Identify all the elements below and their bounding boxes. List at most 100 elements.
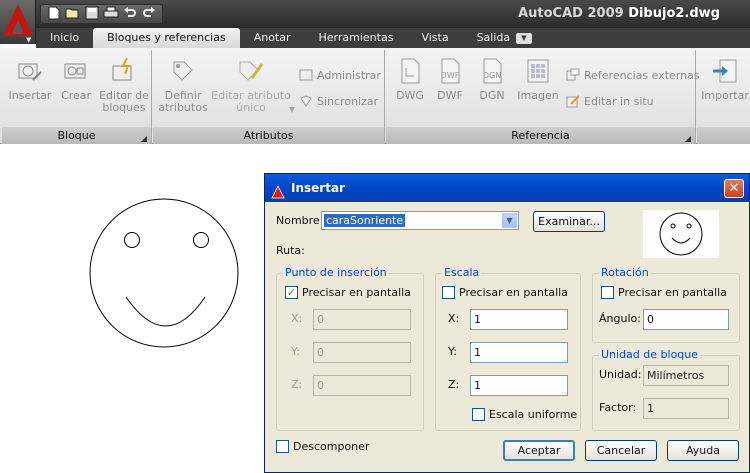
undo-icon[interactable] — [122, 6, 138, 22]
referencias-externas-button[interactable]: Referencias externas — [566, 68, 700, 82]
referencias-externas-label: Referencias externas — [584, 68, 700, 82]
tab-vista[interactable]: Vista — [407, 28, 462, 48]
attach-dgn-button[interactable]: DGN DGN — [474, 56, 510, 102]
rotacion-precisar-label: Precisar en pantalla — [618, 286, 727, 299]
escala-y-input[interactable]: 1 — [470, 342, 568, 363]
nombre-combo[interactable]: caraSonriente ▼ — [321, 211, 519, 230]
new-icon[interactable] — [46, 6, 62, 22]
panel-referencia-title: Referencia ◢ — [386, 127, 695, 144]
redo-icon[interactable] — [141, 6, 157, 22]
tab-herramientas[interactable]: Herramientas — [305, 28, 408, 48]
tab-salida[interactable]: Salida — [463, 28, 525, 48]
block-editor-icon — [109, 56, 139, 86]
application-menu-button[interactable]: ▼ — [0, 0, 36, 44]
dropdown-arrow-icon[interactable]: ▼ — [289, 104, 295, 116]
angulo-input[interactable]: 0 — [643, 309, 729, 330]
dgn-label: DGN — [479, 89, 505, 102]
panel-referencia-title-text: Referencia — [511, 129, 570, 142]
import-icon — [710, 56, 740, 86]
punto-y-input[interactable]: 0 — [313, 342, 411, 363]
panel-referencia: DWG DWF DWF DGN DGN Imagen Referencias e… — [386, 50, 700, 144]
descomponer-checkbox[interactable]: Descomponer — [276, 440, 369, 453]
autocad-window: AutoCAD 2009 Dibujo2.dwg ▼ Inicio Bloques… — [0, 0, 750, 473]
chevron-down-icon[interactable]: ▼ — [502, 213, 517, 228]
edit-attribute-icon — [236, 56, 266, 86]
save-icon[interactable] — [84, 6, 100, 22]
editor-bloques-button[interactable]: Editor de bloques — [98, 56, 150, 114]
checkbox-unchecked-icon[interactable] — [276, 440, 289, 453]
panel-bloque-title: Bloque ◢ — [2, 127, 151, 144]
image-attach-icon — [523, 56, 553, 86]
unidad-bloque-group: Unidad de bloque Unidad: Milímetros Fact… — [592, 348, 740, 431]
examinar-button[interactable]: Examinar... — [533, 211, 605, 232]
logo-inner — [12, 20, 24, 34]
cancelar-button[interactable]: Cancelar — [585, 440, 657, 461]
checkbox-unchecked-icon[interactable] — [472, 408, 485, 421]
editar-in-situ-button[interactable]: Editar in situ — [566, 94, 654, 108]
external-references-icon — [566, 68, 580, 82]
nombre-value: caraSonriente — [324, 214, 406, 227]
tab-anotar[interactable]: Anotar — [240, 28, 305, 48]
panel-importar: Importar — [697, 50, 750, 144]
window-title: AutoCAD 2009 Dibujo2.dwg — [518, 6, 720, 21]
sincronizar-button[interactable]: Sincronizar — [299, 94, 378, 108]
tab-inicio[interactable]: Inicio — [36, 28, 93, 48]
administrar-button[interactable]: Administrar — [299, 68, 381, 82]
insertar-button[interactable]: Insertar — [6, 56, 54, 102]
dialog-title: Insertar — [291, 181, 345, 195]
checkbox-unchecked-icon[interactable] — [601, 286, 614, 299]
escala-group: Escala Precisar en pantalla X: 1 Y: 1 Z:… — [435, 266, 581, 431]
aceptar-button[interactable]: Aceptar — [503, 440, 575, 461]
title-bar: AutoCAD 2009 Dibujo2.dwg — [0, 0, 750, 28]
editar-atributo-button[interactable]: Editar atributo único ▼ — [211, 56, 295, 114]
escala-uniforme-checkbox[interactable]: Escala uniforme — [472, 408, 577, 421]
edit-in-place-icon — [566, 94, 580, 108]
factor-label: Factor: — [599, 401, 637, 414]
angulo-label: Ángulo: — [599, 312, 641, 325]
factor-value: 1 — [643, 398, 729, 419]
insertar-dialog: Insertar ✕ Nombre: caraSonriente ▼ Exami… — [264, 173, 750, 473]
attach-imagen-button[interactable]: Imagen — [516, 56, 560, 102]
svg-text:DWF: DWF — [441, 71, 460, 80]
attach-dwg-button[interactable]: DWG — [392, 56, 428, 102]
checkbox-unchecked-icon[interactable] — [442, 286, 455, 299]
close-button[interactable]: ✕ — [724, 179, 744, 198]
autocad-small-icon — [271, 181, 285, 199]
escala-x-input[interactable]: 1 — [470, 309, 568, 330]
print-icon[interactable] — [103, 6, 119, 22]
punto-insercion-group: Punto de inserción ✓ Precisar en pantall… — [276, 266, 424, 431]
escala-title: Escala — [442, 266, 482, 279]
definir-label-2: atributos — [158, 101, 208, 114]
unidad-bloque-title: Unidad de bloque — [599, 348, 701, 361]
panel-atributos-title: Atributos — [153, 127, 384, 144]
definir-atributos-button[interactable]: Definir atributos — [157, 56, 209, 114]
punto-x-input[interactable]: 0 — [313, 309, 411, 330]
checkbox-checked-icon[interactable]: ✓ — [285, 286, 298, 299]
punto-y-label: Y: — [291, 345, 300, 358]
punto-precisar-checkbox[interactable]: ✓ Precisar en pantalla — [285, 286, 411, 299]
importar-button[interactable]: Importar — [699, 56, 750, 102]
crear-label: Crear — [61, 89, 91, 102]
tab-bloques-y-referencias[interactable]: Bloques y referencias — [93, 28, 240, 48]
ayuda-button[interactable]: Ayuda — [667, 440, 739, 461]
escala-z-input[interactable]: 1 — [470, 375, 568, 396]
crear-button[interactable]: Crear — [54, 56, 98, 102]
punto-z-input[interactable]: 0 — [313, 375, 411, 396]
punto-z-label: Z: — [291, 378, 303, 391]
sync-attributes-icon — [299, 94, 313, 108]
dwg-label: DWG — [396, 89, 424, 102]
define-attributes-icon — [168, 56, 198, 86]
app-name: AutoCAD 2009 — [518, 6, 624, 21]
ribbon-options-dropdown[interactable]: ▼ — [516, 33, 532, 44]
nombre-label: Nombre: — [276, 214, 324, 227]
panel-importar-title — [697, 127, 750, 144]
dwg-attach-icon — [395, 56, 425, 86]
manage-attributes-icon — [299, 68, 313, 82]
escala-precisar-checkbox[interactable]: Precisar en pantalla — [442, 286, 568, 299]
open-icon[interactable] — [65, 6, 81, 22]
importar-label: Importar — [701, 89, 749, 102]
dialog-title-bar[interactable]: Insertar ✕ — [265, 174, 749, 202]
escala-uniforme-label: Escala uniforme — [489, 408, 578, 421]
attach-dwf-button[interactable]: DWF DWF — [432, 56, 468, 102]
rotacion-precisar-checkbox[interactable]: Precisar en pantalla — [601, 286, 727, 299]
